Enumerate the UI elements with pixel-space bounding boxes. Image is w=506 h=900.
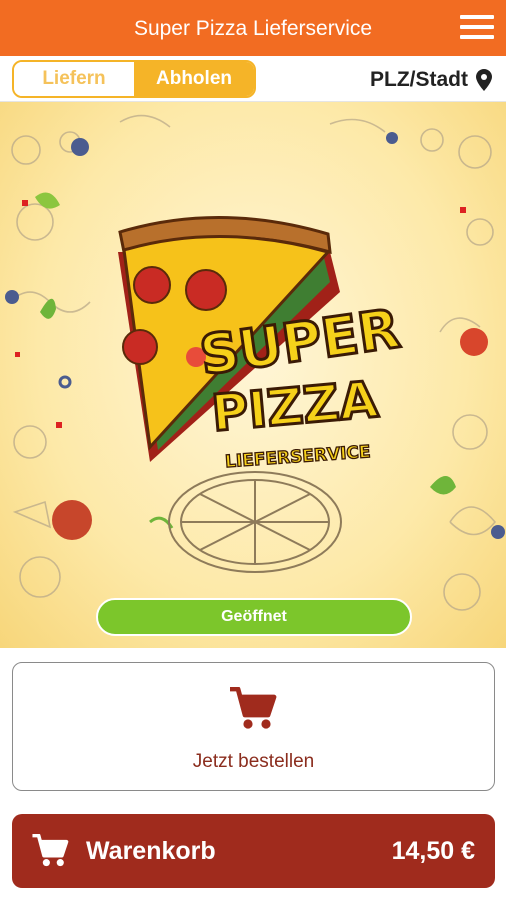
location-selector[interactable]: PLZ/Stadt	[370, 68, 492, 92]
logo-text-lieferservice: LIEFERSERVICE	[224, 442, 371, 472]
order-now-label: Jetzt bestellen	[192, 751, 315, 772]
cart-label: Warenkorb	[86, 837, 216, 865]
cart-total: 14,50 €	[391, 837, 475, 865]
delivery-mode-toggle: Liefern Abholen	[12, 60, 256, 98]
toggle-option-abholen[interactable]: Abholen	[134, 62, 254, 96]
shopping-cart-icon	[32, 834, 69, 867]
order-now-card[interactable]: Jetzt bestellen	[12, 662, 495, 791]
hamburger-menu-icon[interactable]	[460, 13, 496, 41]
app-header: Super Pizza Lieferservice	[0, 0, 506, 56]
shopping-cart-icon	[230, 687, 277, 729]
cart-button[interactable]: Warenkorb 14,50 €	[12, 814, 495, 888]
hero-illustration: SUPER PIZZA LIEFERSERVICE	[5, 114, 505, 611]
status-open-badge[interactable]: Geöffnet	[96, 598, 412, 636]
location-label: PLZ/Stadt	[370, 68, 468, 91]
hero-banner: SUPER PIZZA LIEFERSERVICE	[0, 102, 506, 648]
toggle-option-liefern[interactable]: Liefern	[14, 62, 134, 96]
location-pin-icon	[476, 69, 492, 91]
logo-text: SUPER PIZZA LIEFERSERVICE	[195, 295, 406, 472]
app-title: Super Pizza Lieferservice	[133, 17, 373, 40]
pizza-sketch	[168, 471, 342, 573]
mode-bar: Liefern Abholen PLZ/Stadt	[0, 56, 506, 102]
